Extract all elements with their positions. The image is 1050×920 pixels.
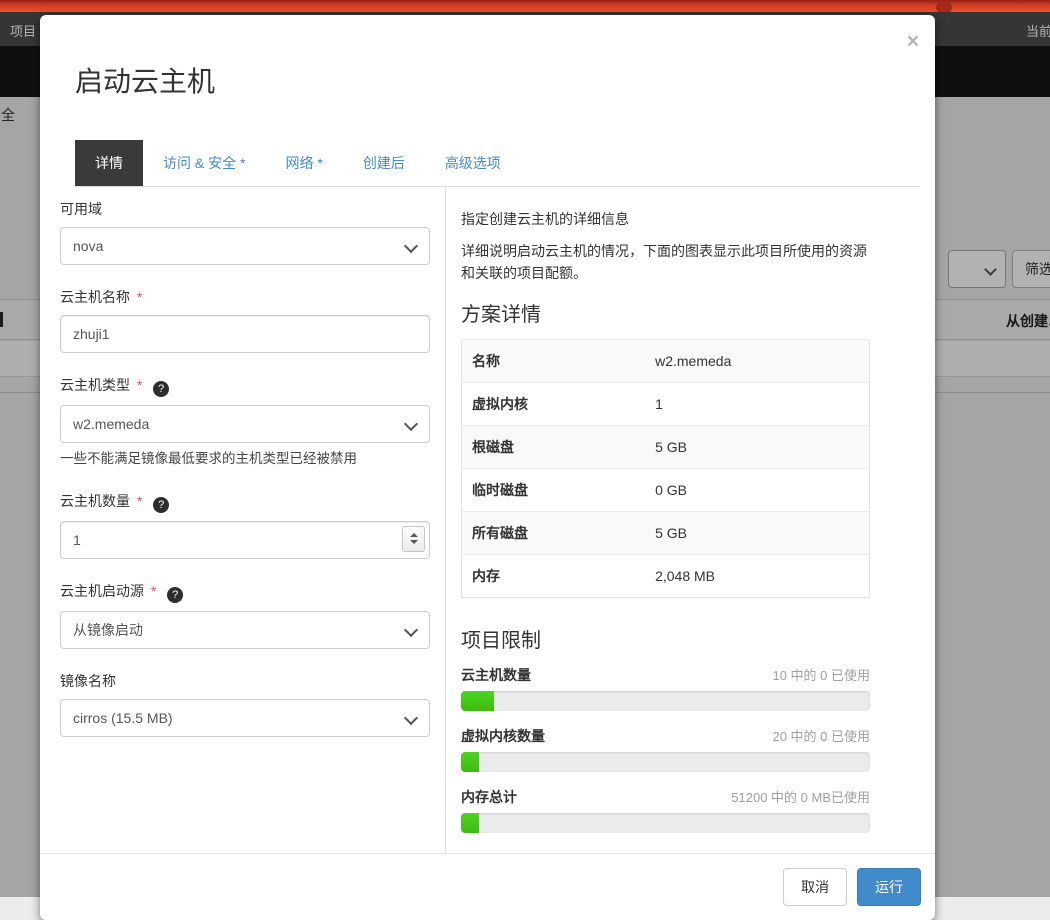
chevron-down-icon <box>403 416 419 432</box>
flavor-hint: 一些不能满足镜像最低要求的主机类型已经被禁用 <box>60 451 357 466</box>
details-intro: 指定创建云主机的详细信息 <box>461 211 629 227</box>
browser-top-bar <box>0 0 1050 13</box>
image-name-group: 镜像名称 cirros (15.5 MB) <box>60 671 430 737</box>
availability-zone-label: 可用域 <box>60 201 102 217</box>
tab-bar: 详情 访问 & 安全 * 网络 * 创建后 高级选项 <box>75 140 920 187</box>
progress-bar <box>461 752 870 773</box>
boot-source-label: 云主机启动源 * ? <box>60 581 430 603</box>
progress-fill <box>461 691 494 712</box>
quota-instances: 云主机数量 10 中的 0 已使用 <box>461 665 870 712</box>
chevron-down-icon <box>403 710 419 725</box>
modal-header: 启动云主机 × <box>40 15 935 100</box>
number-stepper[interactable] <box>402 525 425 552</box>
boot-source-group: 云主机启动源 * ? 从镜像启动 <box>60 581 430 649</box>
required-asterisk: * <box>136 377 143 393</box>
quota-usage: 10 中的 0 已使用 <box>772 668 870 684</box>
flavor-value: w2.memeda <box>73 416 150 432</box>
quota-label: 虚拟内核数量 <box>461 728 545 745</box>
project-limits-title: 项目限制 <box>461 630 541 653</box>
details-column: 指定创建云主机的详细信息 详细说明启动云主机的情况，下面的图表显示此项目所使用的… <box>445 187 915 853</box>
tab-access-security[interactable]: 访问 & 安全 * <box>143 140 265 186</box>
help-icon[interactable]: ? <box>153 496 170 513</box>
help-icon[interactable]: ? <box>167 586 184 603</box>
modal-footer: 取消 运行 <box>40 853 935 920</box>
table-row: 虚拟内核 1 <box>461 382 870 426</box>
boot-source-value: 从镜像启动 <box>73 621 143 638</box>
form-column: 可用域 nova 云主机名称 * 云主机类型 * ? <box>60 187 445 853</box>
launch-button[interactable]: 运行 <box>857 868 921 906</box>
quota-label: 云主机数量 <box>461 667 531 684</box>
availability-zone-select[interactable]: nova <box>60 227 430 265</box>
instance-name-label: 云主机名称 * <box>60 289 143 305</box>
quota-usage: 20 中的 0 已使用 <box>772 729 870 745</box>
flavor-group: 云主机类型 * ? w2.memeda 一些不能满足镜像最低要求的主机类型已经被… <box>60 375 430 469</box>
stepper-down-icon[interactable] <box>409 540 418 545</box>
quota-vcpus: 虚拟内核数量 20 中的 0 已使用 <box>461 726 870 773</box>
table-row: 名称 w2.memeda <box>461 339 870 383</box>
instance-count-group: 云主机数量 * ? <box>60 491 430 559</box>
flavor-details-title: 方案详情 <box>461 304 541 327</box>
modal-title: 启动云主机 <box>75 66 216 97</box>
tab-post-creation[interactable]: 创建后 <box>343 140 425 186</box>
quota-usage: 51200 中的 0 MB已使用 <box>731 790 870 806</box>
table-row: 所有磁盘 5 GB <box>461 511 870 555</box>
launch-instance-modal: 启动云主机 × 详情 访问 & 安全 * 网络 * 创建后 高级选项 可用域 n… <box>40 15 935 920</box>
required-asterisk: * <box>136 289 143 305</box>
instance-count-label: 云主机数量 * ? <box>60 491 430 513</box>
tab-advanced-options[interactable]: 高级选项 <box>425 140 521 186</box>
chevron-down-icon <box>403 238 419 254</box>
progress-bar <box>461 813 870 834</box>
instance-name-input[interactable] <box>60 315 430 353</box>
quota-label: 内存总计 <box>461 789 517 806</box>
required-asterisk: * <box>150 582 157 599</box>
quota-ram: 内存总计 51200 中的 0 MB已使用 <box>461 787 870 834</box>
image-name-value: cirros (15.5 MB) <box>73 709 173 726</box>
chevron-down-icon <box>403 622 419 637</box>
table-row: 内存 2,048 MB <box>461 554 870 598</box>
progress-fill <box>461 813 480 834</box>
details-description: 详细说明启动云主机的情况，下面的图表显示此项目所使用的资源和关联的项目配额。 <box>461 243 867 281</box>
availability-zone-value: nova <box>73 238 104 254</box>
required-asterisk: * <box>136 492 143 509</box>
flavor-select[interactable]: w2.memeda <box>60 405 430 443</box>
help-icon[interactable]: ? <box>153 381 170 397</box>
tab-network[interactable]: 网络 * <box>265 140 342 186</box>
cancel-button[interactable]: 取消 <box>783 868 847 906</box>
modal-body: 可用域 nova 云主机名称 * 云主机类型 * ? <box>40 187 935 853</box>
table-row: 临时磁盘 0 GB <box>461 468 870 512</box>
stepper-up-icon[interactable] <box>409 533 418 538</box>
instance-name-group: 云主机名称 * <box>60 287 430 353</box>
instance-count-input[interactable] <box>60 520 430 559</box>
image-name-label: 镜像名称 <box>60 672 116 689</box>
flavor-label: 云主机类型 * ? <box>60 375 430 397</box>
tab-details[interactable]: 详情 <box>75 140 143 186</box>
boot-source-select[interactable]: 从镜像启动 <box>60 610 430 649</box>
flavor-details-table: 名称 w2.memeda 虚拟内核 1 根磁盘 5 GB 临时磁盘 0 GB 所… <box>461 339 870 599</box>
progress-bar <box>461 691 870 712</box>
close-icon[interactable]: × <box>907 31 919 52</box>
image-name-select[interactable]: cirros (15.5 MB) <box>60 698 430 737</box>
table-row: 根磁盘 5 GB <box>461 425 870 469</box>
progress-fill <box>461 752 480 773</box>
availability-zone-group: 可用域 nova <box>60 199 430 265</box>
